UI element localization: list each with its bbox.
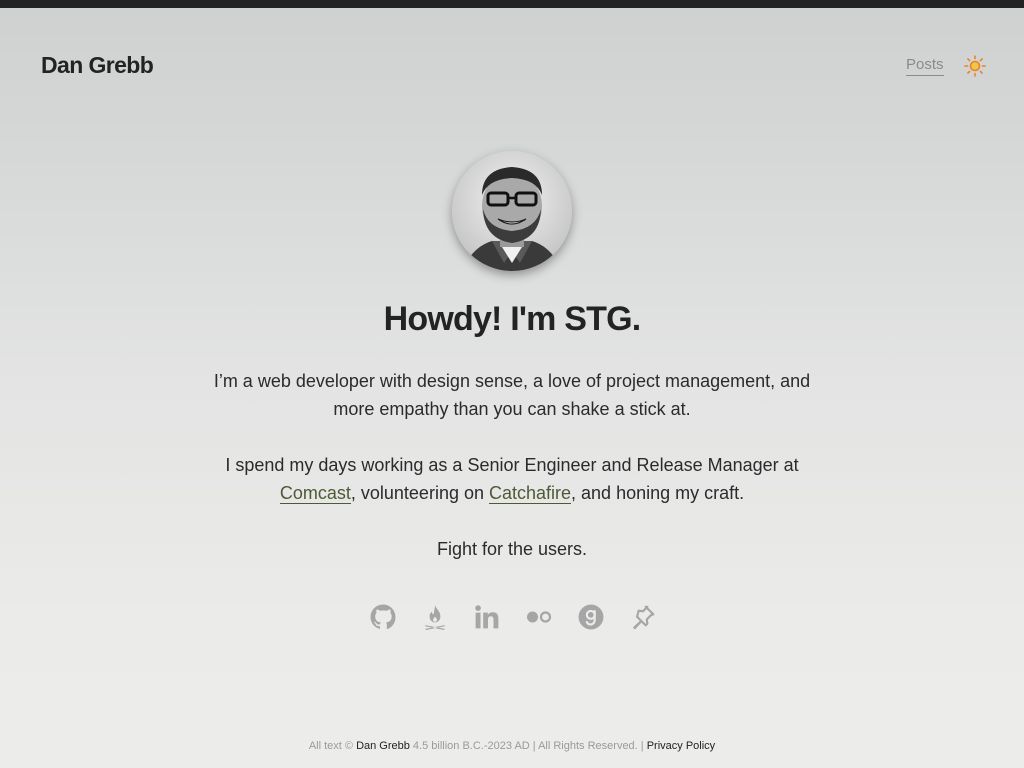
linkedin-link[interactable]	[473, 603, 501, 631]
theme-toggle-button[interactable]	[964, 55, 986, 77]
bio-work-prefix: I spend my days working as a Senior Engi…	[225, 455, 799, 475]
linkedin-icon	[475, 605, 499, 629]
social-links	[369, 603, 657, 631]
page-headline: Howdy! I'm STG.	[383, 300, 642, 338]
avatar-portrait-image	[452, 151, 572, 271]
bio-intro: I’m a web developer with design sense, a…	[213, 371, 811, 419]
pinboard-icon	[633, 605, 655, 630]
footer: All text © Dan Grebb 4.5 billion B.C.-20…	[0, 739, 1024, 753]
campfire-icon	[425, 605, 445, 630]
bio-motto: Fight for the users.	[436, 539, 588, 559]
flickr-link[interactable]	[525, 603, 553, 631]
site-title[interactable]: Dan Grebb	[41, 52, 154, 79]
goodreads-icon	[578, 604, 604, 630]
bio-work: I spend my days working as a Senior Engi…	[212, 451, 812, 507]
sun-icon	[964, 55, 986, 77]
footer-prefix: All text ©	[308, 740, 357, 752]
flickr-icon	[527, 611, 552, 623]
nav-posts-link[interactable]: Posts	[906, 56, 944, 76]
privacy-policy-link[interactable]: Privacy Policy	[647, 740, 715, 752]
pinboard-link[interactable]	[629, 603, 657, 631]
footer-author-link[interactable]: Dan Grebb	[356, 740, 410, 752]
bio-work-suffix: , and honing my craft.	[571, 483, 745, 503]
catchafire-link[interactable]: Catchafire	[488, 483, 572, 504]
campfire-link[interactable]	[421, 603, 449, 631]
footer-middle: 4.5 billion B.C.-2023 AD | All Rights Re…	[409, 740, 647, 752]
bio-work-middle: , volunteering on	[350, 483, 489, 503]
github-link[interactable]	[369, 603, 397, 631]
comcast-link[interactable]: Comcast	[279, 483, 351, 504]
goodreads-link[interactable]	[577, 603, 605, 631]
avatar	[452, 151, 572, 271]
github-icon	[370, 604, 396, 630]
top-bar	[0, 0, 1024, 8]
